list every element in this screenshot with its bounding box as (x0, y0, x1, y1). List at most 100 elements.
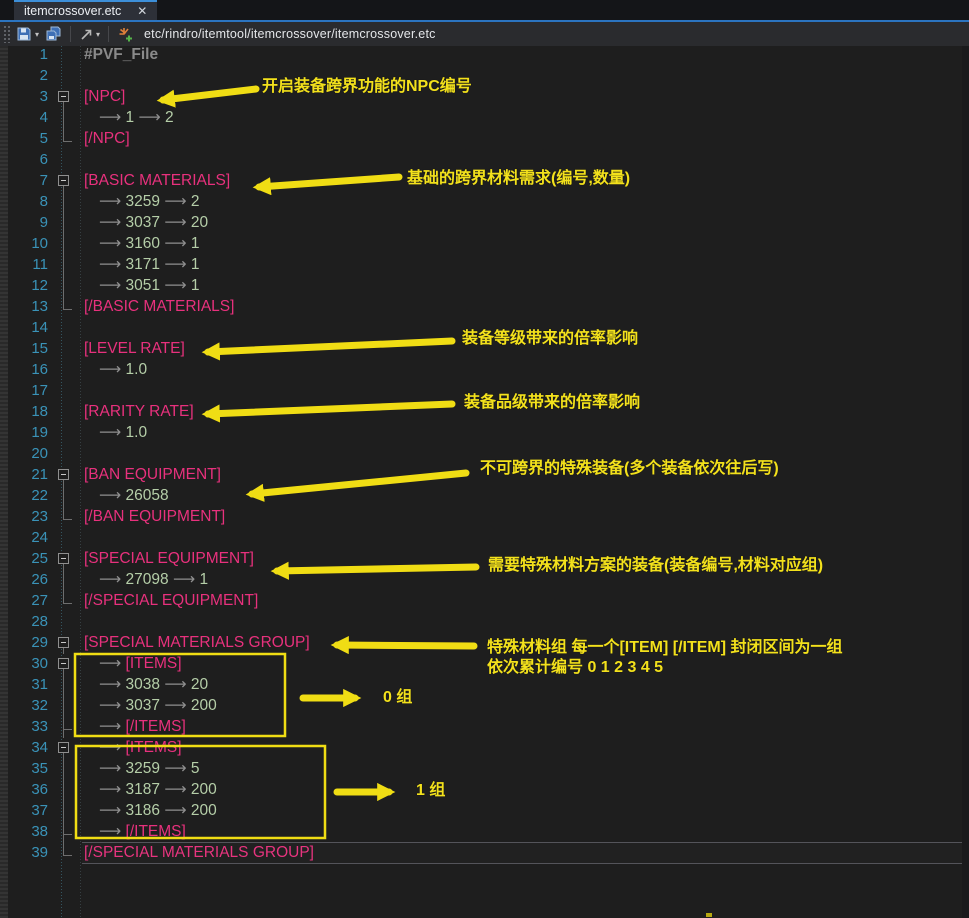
code-line[interactable]: 27[/SPECIAL EQUIPMENT] (8, 590, 962, 611)
fold-collapse-icon[interactable] (52, 653, 82, 674)
code-text: ⟶ [/ITEMS] (82, 821, 186, 842)
fold-collapse-icon[interactable] (52, 170, 82, 191)
toolbar-drag-handle[interactable] (3, 25, 10, 43)
code-line[interactable]: 5[/NPC] (8, 128, 962, 149)
line-number: 18 (8, 401, 52, 422)
line-number: 20 (8, 443, 52, 464)
code-line[interactable]: 4⟶ 1 ⟶ 2 (8, 107, 962, 128)
code-line[interactable]: 17 (8, 380, 962, 401)
fold-guide (52, 359, 82, 380)
save-icon (16, 26, 32, 42)
code-line[interactable]: 15[LEVEL RATE] (8, 338, 962, 359)
code-line[interactable]: 26⟶ 27098 ⟶ 1 (8, 569, 962, 590)
navigate-button[interactable]: ▾ (76, 25, 103, 43)
code-line[interactable]: 7 [BASIC MATERIALS] (8, 170, 962, 191)
code-text: ⟶ 1.0 (82, 359, 147, 380)
code-line[interactable]: 39[/SPECIAL MATERIALS GROUP] (8, 842, 962, 863)
editor-left-edge (0, 46, 8, 918)
fold-guide (52, 527, 82, 548)
code-line[interactable]: 25[SPECIAL EQUIPMENT] (8, 548, 962, 569)
fold-collapse-icon[interactable] (52, 464, 82, 485)
line-number: 1 (8, 44, 52, 65)
code-text (82, 317, 84, 338)
code-text: ⟶ 1.0 (82, 422, 147, 443)
code-line[interactable]: 38 ⟶ [/ITEMS] (8, 821, 962, 842)
code-line[interactable]: 28 (8, 611, 962, 632)
code-text (82, 611, 84, 632)
code-editor[interactable]: 1#PVF_File23[NPC]4⟶ 1 ⟶ 25[/NPC]67 [BASIC… (0, 46, 969, 918)
line-number: 11 (8, 254, 52, 275)
code-text: ⟶ 3259 ⟶ 5 (82, 758, 200, 779)
code-line[interactable]: 13[/BASIC MATERIALS] (8, 296, 962, 317)
code-line[interactable]: 31⟶ 3038 ⟶ 20 (8, 674, 962, 695)
fold-guide (52, 317, 82, 338)
code-line[interactable]: 3[NPC] (8, 86, 962, 107)
code-line[interactable]: 20 (8, 443, 962, 464)
line-number: 25 (8, 548, 52, 569)
scrollbar-track[interactable] (962, 46, 969, 918)
code-line[interactable]: 8⟶ 3259 ⟶ 2 (8, 191, 962, 212)
fold-guide (52, 254, 82, 275)
line-number: 14 (8, 317, 52, 338)
code-lines: 1#PVF_File23[NPC]4⟶ 1 ⟶ 25[/NPC]67 [BASIC… (8, 44, 962, 863)
code-line[interactable]: 9⟶ 3037 ⟶ 20 (8, 212, 962, 233)
line-number: 39 (8, 842, 52, 863)
code-line[interactable]: 23[/BAN EQUIPMENT] (8, 506, 962, 527)
save-dropdown-caret[interactable]: ▾ (35, 30, 39, 39)
code-line[interactable]: 29[SPECIAL MATERIALS GROUP] (8, 632, 962, 653)
code-line[interactable]: 12⟶ 3051 ⟶ 1 (8, 275, 962, 296)
fold-collapse-icon[interactable] (52, 737, 82, 758)
code-text: [/SPECIAL EQUIPMENT] (82, 590, 258, 611)
close-icon[interactable]: ✕ (137, 5, 147, 17)
file-path-breadcrumb[interactable]: etc/rindro/itemtool/itemcrossover/itemcr… (144, 27, 436, 41)
code-text: [BASIC MATERIALS] (82, 170, 230, 191)
fold-guide (52, 716, 82, 737)
line-number: 10 (8, 233, 52, 254)
tab-itemcrossover[interactable]: itemcrossover.etc ✕ (14, 0, 157, 20)
fold-guide (52, 338, 82, 359)
code-line[interactable]: 35⟶ 3259 ⟶ 5 (8, 758, 962, 779)
line-number: 12 (8, 275, 52, 296)
code-text (82, 149, 84, 170)
line-number: 7 (8, 170, 52, 191)
code-line[interactable]: 11⟶ 3171 ⟶ 1 (8, 254, 962, 275)
line-number: 36 (8, 779, 52, 800)
fold-guide (52, 800, 82, 821)
fold-guide (52, 191, 82, 212)
code-line[interactable]: 10⟶ 3160 ⟶ 1 (8, 233, 962, 254)
code-line[interactable]: 14 (8, 317, 962, 338)
fold-guide (52, 149, 82, 170)
code-line[interactable]: 21[BAN EQUIPMENT] (8, 464, 962, 485)
code-line[interactable]: 18[RARITY RATE] (8, 401, 962, 422)
fold-guide (52, 422, 82, 443)
fold-guide (52, 401, 82, 422)
save-all-button[interactable] (42, 24, 65, 44)
fold-guide (52, 590, 82, 611)
fold-guide (52, 569, 82, 590)
code-line[interactable]: 32⟶ 3037 ⟶ 200 (8, 695, 962, 716)
fold-collapse-icon[interactable] (52, 86, 82, 107)
code-line[interactable]: 30⟶ [ITEMS] (8, 653, 962, 674)
code-line[interactable]: 33⟶ [/ITEMS] (8, 716, 962, 737)
fold-collapse-icon[interactable] (52, 632, 82, 653)
fold-collapse-icon[interactable] (52, 548, 82, 569)
line-number: 38 (8, 821, 52, 842)
fold-guide (52, 275, 82, 296)
save-button[interactable]: ▾ (13, 24, 42, 44)
line-number: 34 (8, 737, 52, 758)
code-line[interactable]: 19⟶ 1.0 (8, 422, 962, 443)
code-line[interactable]: 6 (8, 149, 962, 170)
fold-guide (52, 128, 82, 149)
add-node-button[interactable] (114, 24, 136, 44)
code-line[interactable]: 34⟶ [ITEMS] (8, 737, 962, 758)
code-line[interactable]: 1#PVF_File (8, 44, 962, 65)
code-line[interactable]: 16⟶ 1.0 (8, 359, 962, 380)
code-line[interactable]: 37⟶ 3186 ⟶ 200 (8, 800, 962, 821)
code-line[interactable]: 36⟶ 3187 ⟶ 200 (8, 779, 962, 800)
toolbar-separator (70, 26, 71, 42)
code-line[interactable]: 24 (8, 527, 962, 548)
code-line[interactable]: 22⟶ 26058 (8, 485, 962, 506)
code-line[interactable]: 2 (8, 65, 962, 86)
navigate-dropdown-caret[interactable]: ▾ (96, 30, 100, 39)
fold-guide (52, 107, 82, 128)
